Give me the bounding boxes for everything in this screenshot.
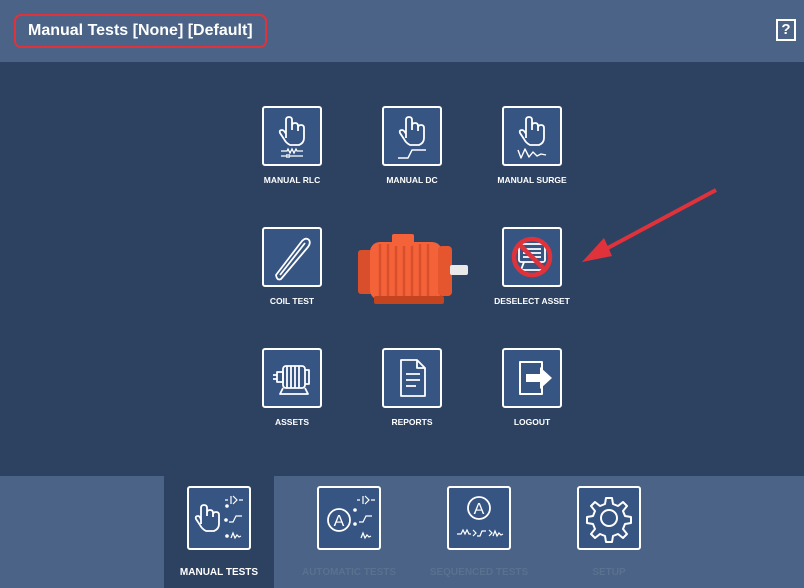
reports-label: REPORTS — [391, 417, 433, 427]
logout-label: LOGOUT — [513, 417, 551, 427]
manual-surge-tile[interactable]: MANUAL SURGE — [472, 106, 592, 185]
assets-label: ASSETS — [274, 417, 309, 427]
motor-image — [350, 228, 480, 308]
tab-setup-label: SETUP — [592, 567, 626, 578]
tab-manual-tests-label: MANUAL TESTS — [179, 567, 259, 578]
tab-sequenced-tests[interactable]: A SEQUENCED TESTS — [424, 476, 534, 588]
coil-icon — [262, 227, 322, 287]
tab-automatic-tests[interactable]: A AUTOMATIC TESTS — [294, 476, 404, 588]
manual-rlc-label: MANUAL RLC — [263, 175, 321, 185]
document-icon — [382, 348, 442, 408]
tab-manual-tests[interactable]: MANUAL TESTS — [164, 476, 274, 588]
logout-icon — [502, 348, 562, 408]
svg-text:A: A — [474, 501, 485, 518]
tab-setup[interactable]: SETUP — [554, 476, 664, 588]
gear-icon — [577, 486, 641, 550]
top-bar: Manual Tests [None] [Default] ? — [0, 0, 804, 62]
deselect-asset-icon — [502, 227, 562, 287]
page-title: Manual Tests [None] [Default] — [14, 14, 267, 48]
annotation-arrow-icon — [560, 180, 730, 280]
tab-automatic-tests-label: AUTOMATIC TESTS — [301, 567, 397, 578]
help-button[interactable]: ? — [776, 19, 796, 41]
deselect-asset-label: DESELECT ASSET — [494, 296, 570, 306]
assets-tile[interactable]: ASSETS — [232, 348, 352, 427]
tab-sequenced-tests-label: SEQUENCED TESTS — [429, 567, 529, 578]
svg-text:A: A — [334, 513, 345, 530]
hand-rlc-icon — [262, 106, 322, 166]
sequence-tests-icon: A — [447, 486, 511, 550]
auto-tests-icon: A — [317, 486, 381, 550]
motor-outline-icon — [262, 348, 322, 408]
logout-tile[interactable]: LOGOUT — [472, 348, 592, 427]
hand-dc-icon — [382, 106, 442, 166]
reports-tile[interactable]: REPORTS — [352, 348, 472, 427]
manual-dc-label: MANUAL DC — [386, 175, 438, 185]
coil-test-label: COIL TEST — [269, 296, 315, 306]
coil-test-tile[interactable]: COIL TEST — [232, 227, 352, 306]
hand-tests-icon — [187, 486, 251, 550]
manual-dc-tile[interactable]: MANUAL DC — [352, 106, 472, 185]
manual-rlc-tile[interactable]: MANUAL RLC — [232, 106, 352, 185]
hand-surge-icon — [502, 106, 562, 166]
